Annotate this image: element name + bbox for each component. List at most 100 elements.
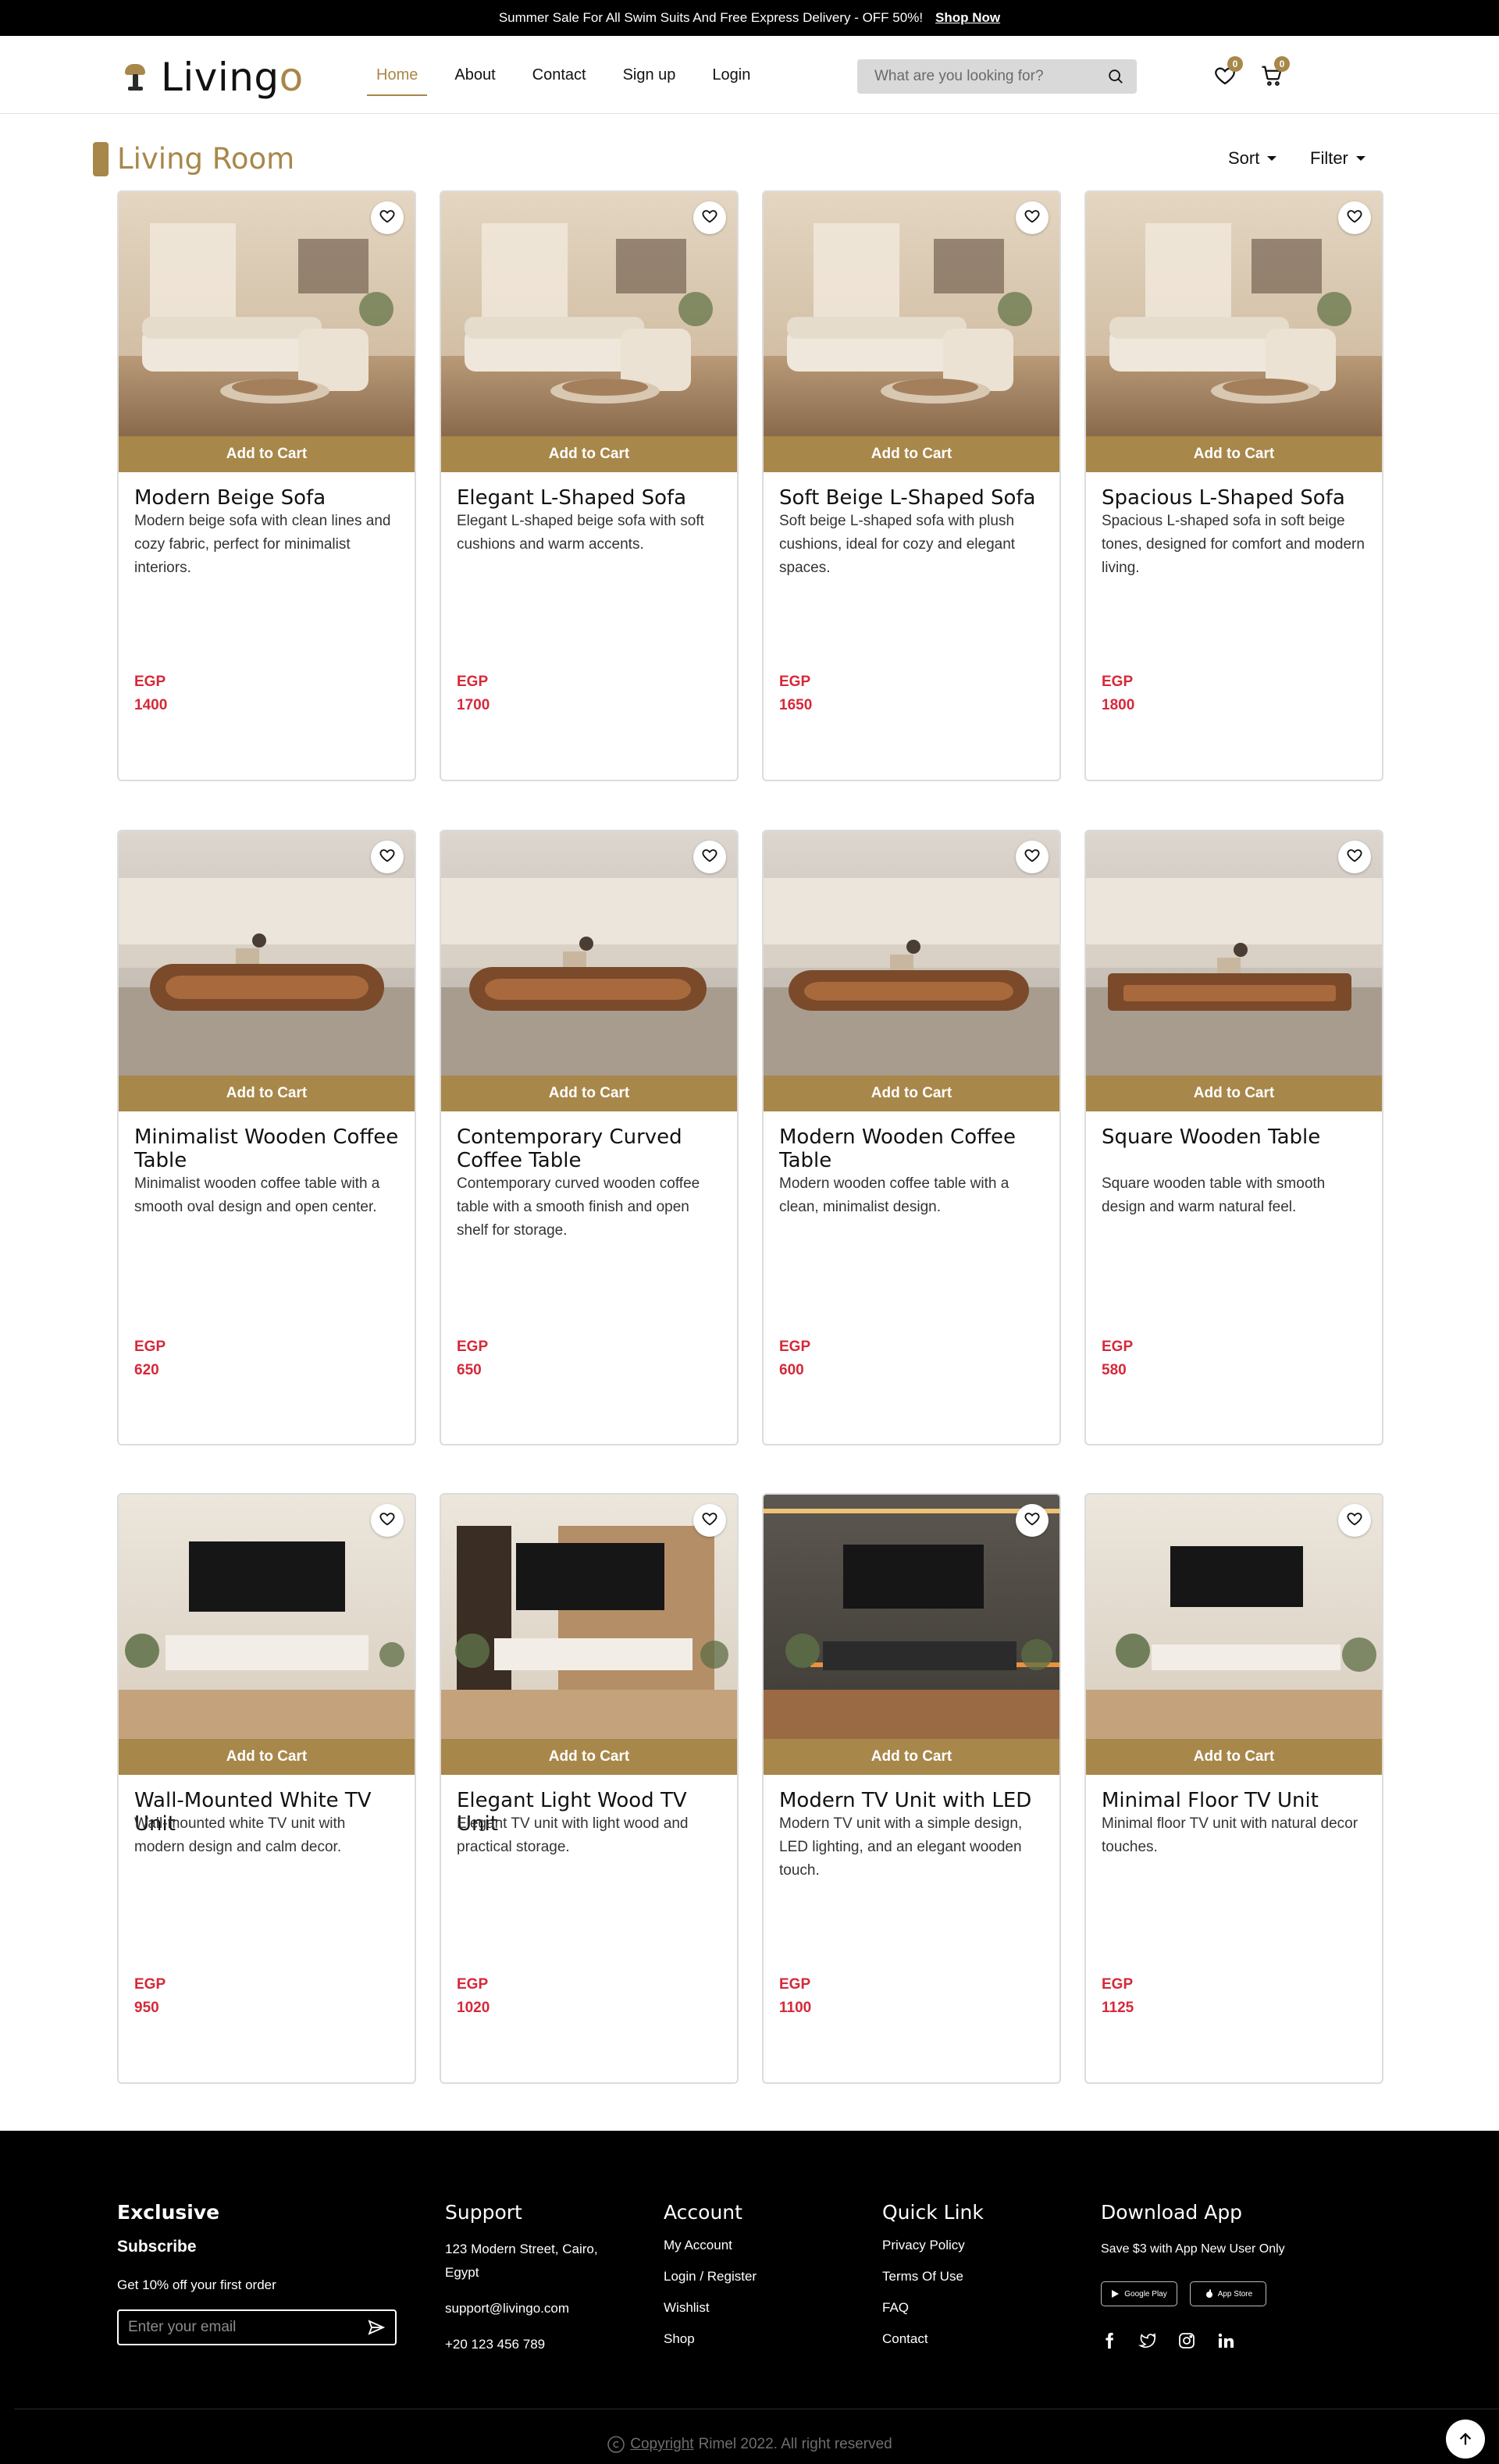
login-register-link[interactable]: Login / Register <box>664 2269 757 2284</box>
product-photo <box>764 1495 1059 1739</box>
sort-dropdown[interactable]: Sort <box>1228 148 1277 169</box>
product-card[interactable]: Add to Cart Minimalist Wooden Coffee Tab… <box>117 830 416 1445</box>
product-image[interactable] <box>119 192 415 436</box>
email-field[interactable] <box>128 2319 367 2336</box>
product-card[interactable]: Add to Cart Wall-Mounted White TV Unit W… <box>117 1493 416 2084</box>
linkedin-icon[interactable] <box>1216 2331 1235 2350</box>
product-image[interactable] <box>1086 192 1382 436</box>
nav-sign-up[interactable]: Sign up <box>614 55 685 94</box>
filter-dropdown[interactable]: Filter <box>1310 148 1365 169</box>
copyright-icon <box>607 2436 625 2453</box>
add-to-cart-button[interactable]: Add to Cart <box>441 436 737 472</box>
footer-heading: Quick Link <box>882 2201 984 2224</box>
add-to-cart-button[interactable]: Add to Cart <box>119 436 415 472</box>
add-to-wishlist-button[interactable] <box>1338 1504 1371 1537</box>
add-to-cart-button[interactable]: Add to Cart <box>119 1739 415 1775</box>
add-to-cart-button[interactable]: Add to Cart <box>1086 1739 1382 1775</box>
add-to-wishlist-button[interactable] <box>693 1504 726 1537</box>
search-input[interactable] <box>874 68 1106 85</box>
product-name[interactable]: Minimalist Wooden Coffee Table <box>134 1125 404 1172</box>
product-card[interactable]: Add to Cart Elegant Light Wood TV Unit E… <box>440 1493 739 2084</box>
add-to-wishlist-button[interactable] <box>371 1504 404 1537</box>
product-name[interactable]: Modern Beige Sofa <box>134 486 404 510</box>
add-to-wishlist-button[interactable] <box>371 201 404 234</box>
twitter-icon[interactable] <box>1138 2332 1157 2349</box>
add-to-cart-button[interactable]: Add to Cart <box>441 1739 737 1775</box>
support-email[interactable]: support@livingo.com <box>445 2297 625 2320</box>
product-name[interactable]: Spacious L-Shaped Sofa <box>1102 486 1371 510</box>
logo[interactable]: Livingo <box>123 55 304 100</box>
product-card[interactable]: Add to Cart Modern Beige Sofa Modern bei… <box>117 190 416 781</box>
add-to-wishlist-button[interactable] <box>1338 201 1371 234</box>
add-to-cart-button[interactable]: Add to Cart <box>764 436 1059 472</box>
footer-heading: Account <box>664 2201 742 2224</box>
product-image[interactable] <box>764 192 1059 436</box>
my-account-link[interactable]: My Account <box>664 2238 757 2253</box>
shop-link[interactable]: Shop <box>664 2331 757 2347</box>
add-to-wishlist-button[interactable] <box>1338 841 1371 873</box>
product-currency: EGP <box>457 1976 489 1993</box>
add-to-cart-button[interactable]: Add to Cart <box>764 1739 1059 1775</box>
add-to-cart-button[interactable]: Add to Cart <box>1086 436 1382 472</box>
add-to-cart-button[interactable]: Add to Cart <box>764 1076 1059 1111</box>
add-to-wishlist-button[interactable] <box>371 841 404 873</box>
shop-now-link[interactable]: Shop Now <box>935 10 1000 26</box>
product-card[interactable]: Add to Cart Modern Wooden Coffee Table M… <box>762 830 1061 1445</box>
search-icon[interactable] <box>1106 66 1126 87</box>
scroll-to-top-button[interactable] <box>1446 2420 1485 2459</box>
nav-about[interactable]: About <box>445 55 504 94</box>
privacy-policy-link[interactable]: Privacy Policy <box>882 2238 984 2253</box>
product-image[interactable] <box>441 1495 737 1739</box>
product-card[interactable]: Add to Cart Elegant L-Shaped Sofa Elegan… <box>440 190 739 781</box>
arrow-up-icon <box>1459 2433 1472 2445</box>
cart-button[interactable]: 0 <box>1259 56 1290 89</box>
add-to-wishlist-button[interactable] <box>1016 841 1049 873</box>
nav-contact[interactable]: Contact <box>523 55 596 94</box>
terms-link[interactable]: Terms Of Use <box>882 2269 984 2284</box>
nav-home[interactable]: Home <box>367 55 428 96</box>
product-name[interactable]: Square Wooden Table <box>1102 1125 1371 1149</box>
product-name[interactable]: Elegant L-Shaped Sofa <box>457 486 726 510</box>
facebook-icon[interactable] <box>1101 2331 1118 2350</box>
add-to-wishlist-button[interactable] <box>693 201 726 234</box>
copyright-link[interactable]: Copyright <box>630 2436 693 2453</box>
send-icon[interactable] <box>367 2318 386 2337</box>
product-currency: EGP <box>134 1339 166 1355</box>
product-image[interactable] <box>1086 831 1382 1076</box>
wishlist-button[interactable]: 0 <box>1212 56 1243 89</box>
product-image[interactable] <box>441 831 737 1076</box>
product-card[interactable]: Add to Cart Minimal Floor TV Unit Minima… <box>1084 1493 1383 2084</box>
google-play-button[interactable]: Google Play <box>1101 2281 1177 2306</box>
add-to-wishlist-button[interactable] <box>1016 1504 1049 1537</box>
product-name[interactable]: Minimal Floor TV Unit <box>1102 1789 1371 1812</box>
product-card[interactable]: Add to Cart Modern TV Unit with LED Mode… <box>762 1493 1061 2084</box>
instagram-icon[interactable] <box>1177 2331 1196 2350</box>
product-description: Modern wooden coffee table with a clean,… <box>779 1175 1009 1215</box>
add-to-wishlist-button[interactable] <box>1016 201 1049 234</box>
wishlist-link[interactable]: Wishlist <box>664 2300 757 2316</box>
product-image[interactable] <box>119 831 415 1076</box>
add-to-cart-button[interactable]: Add to Cart <box>119 1076 415 1111</box>
product-image[interactable] <box>764 1495 1059 1739</box>
product-card[interactable]: Add to Cart Soft Beige L-Shaped Sofa Sof… <box>762 190 1061 781</box>
product-currency: EGP <box>779 674 811 690</box>
contact-link[interactable]: Contact <box>882 2331 984 2347</box>
product-card[interactable]: Add to Cart Contemporary Curved Coffee T… <box>440 830 739 1445</box>
app-store-button[interactable]: App Store <box>1190 2281 1267 2306</box>
add-to-wishlist-button[interactable] <box>693 841 726 873</box>
product-card[interactable]: Add to Cart Spacious L-Shaped Sofa Spaci… <box>1084 190 1383 781</box>
product-image[interactable] <box>764 831 1059 1076</box>
product-name[interactable]: Modern TV Unit with LED <box>779 1789 1049 1812</box>
nav-login[interactable]: Login <box>703 55 760 94</box>
product-image[interactable] <box>1086 1495 1382 1739</box>
product-name[interactable]: Soft Beige L-Shaped Sofa <box>779 486 1049 510</box>
product-name[interactable]: Modern Wooden Coffee Table <box>779 1125 1049 1172</box>
product-card[interactable]: Add to Cart Square Wooden Table Square w… <box>1084 830 1383 1445</box>
product-name[interactable]: Contemporary Curved Coffee Table <box>457 1125 726 1172</box>
support-phone[interactable]: +20 123 456 789 <box>445 2333 625 2356</box>
add-to-cart-button[interactable]: Add to Cart <box>441 1076 737 1111</box>
add-to-cart-button[interactable]: Add to Cart <box>1086 1076 1382 1111</box>
product-image[interactable] <box>441 192 737 436</box>
product-image[interactable] <box>119 1495 415 1739</box>
faq-link[interactable]: FAQ <box>882 2300 984 2316</box>
